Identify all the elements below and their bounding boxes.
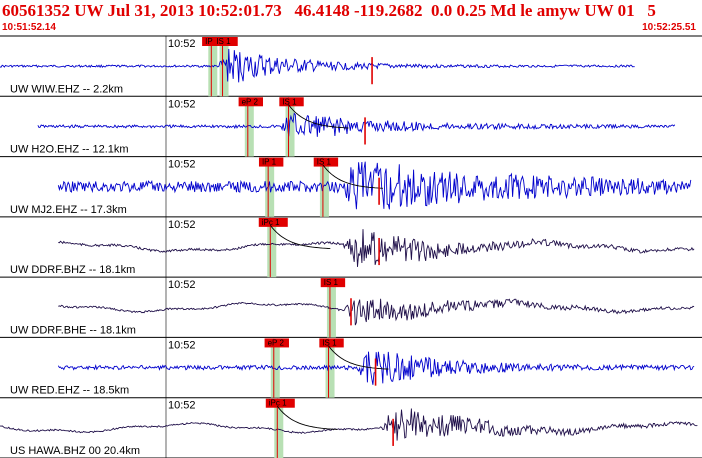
coda-decay-curve — [276, 405, 338, 430]
pick-window — [274, 405, 284, 458]
pick-label: IS 1 — [324, 278, 339, 287]
station-label: UW H2O.EHZ -- 12.1km — [10, 144, 129, 156]
trace-panel: 10:52 iPc 1UW DDRF.BHZ -- 18.1km — [0, 216, 702, 278]
station-label: UW RED.EHZ -- 18.5km — [10, 385, 129, 397]
pick-label: IS 1 — [322, 338, 337, 347]
trace-panel: 10:52 IS 1 UW DDRF.BHE -- 18.1km — [0, 277, 702, 338]
minute-tick-label: 10:52 — [168, 98, 196, 110]
pick-label: eP 2 — [242, 97, 259, 106]
pick-label: IS 1 — [282, 97, 297, 106]
minute-tick-label: 10:52 — [168, 400, 196, 412]
pick-label: IP 1 — [262, 158, 277, 167]
minute-tick-label: 10:52 — [168, 38, 196, 50]
pick-label: eP 2 — [268, 338, 285, 347]
waveform-trace — [0, 408, 698, 441]
trace-panel: 10:52 eP 2 IS 1 UW H2O.EHZ -- 12.1km — [0, 96, 702, 158]
minute-tick-label: 10:52 — [168, 159, 196, 171]
minute-tick-label: 10:52 — [168, 279, 196, 291]
waveform-trace — [58, 229, 695, 267]
trace-panel: 10:52 IP 1 IS 1 UW MJ2.EHZ -- 17.3km — [0, 156, 702, 218]
pick-window — [326, 285, 336, 338]
pick-window — [270, 345, 280, 398]
station-label: US HAWA.BHZ 00 20.4km — [10, 445, 140, 457]
minute-tick-label: 10:52 — [168, 219, 196, 231]
seismogram-plot[interactable]: 10:52 IP 1 IS 1 UW WIW.EHZ -- 2.2km 10:52 eP … — [0, 0, 702, 458]
pick-label: IS 1 — [216, 37, 231, 46]
waveform-trace — [58, 298, 695, 326]
station-label: UW MJ2.EHZ -- 17.3km — [10, 204, 127, 216]
waveform-trace — [0, 48, 635, 83]
pick-window — [265, 164, 275, 217]
pick-label: IS 1 — [317, 158, 332, 167]
station-label: UW WIW.EHZ -- 2.2km — [10, 83, 123, 95]
station-label: UW DDRF.BHZ -- 18.1km — [10, 264, 135, 276]
station-label: UW DDRF.BHE -- 18.1km — [10, 324, 136, 336]
trace-panel: 10:52 iPc 1US HAWA.BHZ 00 20.4km — [0, 397, 702, 458]
pick-window — [319, 164, 329, 217]
waveform-trace — [57, 161, 692, 210]
waveform-trace — [37, 112, 676, 137]
trace-panel: 10:52 eP 2 IS 1 UW RED.EHZ -- 18.5km — [0, 337, 702, 399]
pick-window — [244, 104, 254, 157]
pick-window — [208, 44, 218, 97]
pick-window — [285, 104, 295, 157]
minute-tick-label: 10:52 — [168, 339, 196, 351]
pick-window — [267, 224, 277, 278]
pick-window — [325, 345, 335, 398]
trace-panel: 10:52 IP 1IS 1UW WIW.EHZ -- 2.2km — [0, 36, 702, 97]
